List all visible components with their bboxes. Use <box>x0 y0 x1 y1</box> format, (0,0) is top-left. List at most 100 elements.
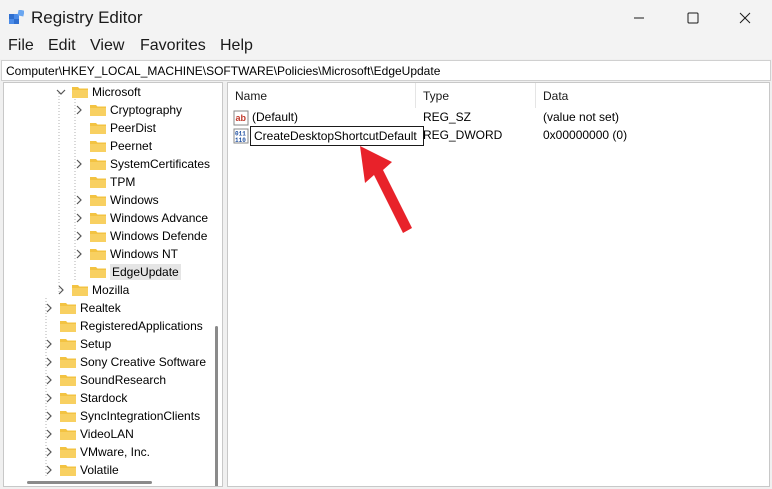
tree-item-label: Windows <box>110 193 159 207</box>
tree-horizontal-scroll-thumb[interactable] <box>27 481 152 484</box>
folder-icon <box>60 393 76 404</box>
value-type: REG_SZ <box>423 110 472 124</box>
column-header-name[interactable]: Name <box>228 83 416 108</box>
chevron-right-icon[interactable] <box>44 393 54 403</box>
menu-edit[interactable]: Edit <box>48 37 76 55</box>
tree-item[interactable]: SoundResearch <box>44 371 166 389</box>
tree-vertical-scroll-thumb[interactable] <box>215 326 218 486</box>
binary-value-icon: 011 110 <box>233 128 249 144</box>
chevron-right-icon[interactable] <box>74 105 84 115</box>
key-tree[interactable]: Microsoft Cryptography PeerDist Peernet Syst… <box>3 82 223 487</box>
value-row[interactable]: 011 110 CreateDesktopShortcutDefault REG… <box>228 126 768 146</box>
tree-item[interactable]: Stardock <box>44 389 127 407</box>
tree-item[interactable]: Mozilla <box>56 281 129 299</box>
tree-spacer <box>74 177 84 187</box>
folder-icon <box>90 141 106 152</box>
tree-item-label: EdgeUpdate <box>110 264 181 280</box>
value-type: REG_DWORD <box>423 128 503 142</box>
chevron-right-icon[interactable] <box>44 447 54 457</box>
minimize-button[interactable] <box>614 0 664 35</box>
folder-icon <box>60 465 76 476</box>
tree-item[interactable]: SystemCertificates <box>74 155 210 173</box>
folder-icon <box>90 159 106 170</box>
chevron-right-icon[interactable] <box>44 375 54 385</box>
tree-item[interactable]: Sony Creative Software <box>44 353 206 371</box>
chevron-right-icon[interactable] <box>44 357 54 367</box>
folder-icon <box>90 231 106 242</box>
address-bar[interactable]: Computer\HKEY_LOCAL_MACHINE\SOFTWARE\Pol… <box>1 60 771 81</box>
menu-favorites[interactable]: Favorites <box>140 37 206 55</box>
column-header-type[interactable]: Type <box>416 83 536 108</box>
tree-item-label: Windows Advance <box>110 211 209 225</box>
chevron-down-icon[interactable] <box>56 87 66 97</box>
tree-item[interactable]: VideoLAN <box>44 425 134 443</box>
value-data: 0x00000000 (0) <box>543 128 628 142</box>
value-name: (Default) <box>252 110 299 124</box>
chevron-right-icon[interactable] <box>44 411 54 421</box>
string-value-icon: ab <box>233 110 249 126</box>
tree-item[interactable]: VMware, Inc. <box>44 443 150 461</box>
registry-editor-icon <box>9 10 24 24</box>
tree-item-label: Microsoft <box>92 85 141 99</box>
value-row[interactable]: ab (Default) REG_SZ (value not set) <box>228 109 768 127</box>
chevron-right-icon[interactable] <box>56 285 66 295</box>
tree-item[interactable]: Windows <box>74 191 159 209</box>
tree-item[interactable]: TPM <box>74 173 135 191</box>
chevron-right-icon[interactable] <box>74 213 84 223</box>
folder-icon <box>90 213 106 224</box>
folder-icon <box>60 429 76 440</box>
tree-item[interactable]: PeerDist <box>74 119 156 137</box>
tree-item-label: VideoLAN <box>80 427 134 441</box>
tree-vertical-scrollbar[interactable] <box>210 83 222 486</box>
tree-item[interactable]: Microsoft <box>56 83 141 101</box>
folder-icon <box>90 195 106 206</box>
chevron-right-icon[interactable] <box>74 231 84 241</box>
tree-item[interactable]: Setup <box>44 335 111 353</box>
column-header-data[interactable]: Data <box>536 83 768 108</box>
tree-item-label: PeerDist <box>110 121 157 135</box>
chevron-right-icon[interactable] <box>44 465 54 475</box>
tree-item[interactable]: Cryptography <box>74 101 182 119</box>
chevron-right-icon[interactable] <box>44 339 54 349</box>
close-button[interactable] <box>720 0 770 35</box>
menu-help[interactable]: Help <box>220 37 253 55</box>
menu-file[interactable]: File <box>8 37 34 55</box>
tree-item[interactable]: Windows Defende <box>74 227 207 245</box>
tree-item-label: SyncIntegrationClients <box>80 409 201 423</box>
tree-spacer <box>44 321 54 331</box>
close-icon <box>739 12 751 23</box>
folder-icon <box>60 375 76 386</box>
tree-item[interactable]: EdgeUpdate <box>74 263 181 281</box>
tree-item[interactable]: Windows Advance <box>74 209 208 227</box>
tree-item[interactable]: Realtek <box>44 299 121 317</box>
folder-icon <box>60 447 76 458</box>
values-list[interactable]: Name Type Data ab (Default) REG_SZ (valu… <box>227 82 770 487</box>
chevron-right-icon[interactable] <box>74 195 84 205</box>
tree-horizontal-scrollbar[interactable] <box>4 476 210 486</box>
maximize-icon <box>687 12 699 23</box>
svg-text:ab: ab <box>236 113 247 123</box>
chevron-right-icon[interactable] <box>44 429 54 439</box>
tree-item[interactable]: Peernet <box>74 137 152 155</box>
folder-icon <box>72 285 88 296</box>
title-bar: Registry Editor <box>0 0 772 35</box>
folder-icon <box>90 267 106 278</box>
folder-icon <box>90 249 106 260</box>
folder-icon <box>60 303 76 314</box>
tree-item[interactable]: RegisteredApplications <box>44 317 203 335</box>
folder-icon <box>90 123 106 134</box>
chevron-right-icon[interactable] <box>74 159 84 169</box>
folder-icon <box>90 177 106 188</box>
folder-icon <box>72 87 88 98</box>
folder-icon <box>60 339 76 350</box>
tree-item-label: Cryptography <box>110 103 183 117</box>
tree-item[interactable]: SyncIntegrationClients <box>44 407 200 425</box>
maximize-button[interactable] <box>668 0 718 35</box>
tree-spacer <box>74 123 84 133</box>
folder-icon <box>60 411 76 422</box>
chevron-right-icon[interactable] <box>74 249 84 259</box>
tree-item[interactable]: Windows NT <box>74 245 178 263</box>
chevron-right-icon[interactable] <box>44 303 54 313</box>
tree-item-label: Volatile <box>80 463 119 477</box>
menu-view[interactable]: View <box>90 37 124 55</box>
